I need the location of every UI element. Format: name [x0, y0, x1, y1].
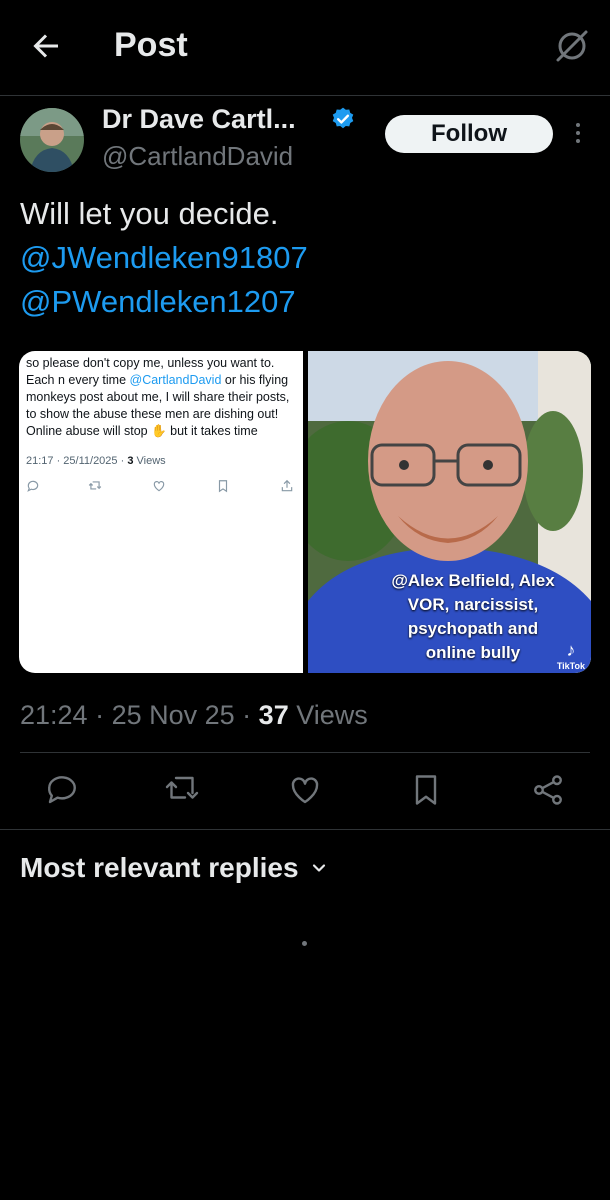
grok-icon [556, 30, 588, 62]
screenshot-line: Each n every time [26, 373, 130, 387]
tweet-time: 21:24 [20, 700, 88, 730]
screenshot-line: so please don't copy me, unless you want… [26, 356, 275, 370]
verified-badge-icon [332, 107, 354, 129]
author-handle[interactable]: @CartlandDavid [102, 141, 293, 172]
reply-icon [48, 776, 76, 804]
meta-divider [20, 752, 590, 753]
bookmark-icon [218, 480, 228, 493]
replies-sort-dropdown[interactable]: Most relevant replies [20, 852, 329, 884]
replies-sort-label: Most relevant replies [20, 852, 299, 883]
back-button[interactable] [28, 28, 64, 64]
hand-emoji: ✋ [151, 424, 167, 438]
video-caption: @Alex Belfield, Alex VOR, narcissist, ps… [391, 571, 555, 662]
like-icon [153, 481, 165, 492]
tiktok-logo: ♪ TikTok [557, 640, 585, 671]
tweet-text: Will let you decide. @JWendleken91807 @P… [20, 192, 308, 324]
media-screenshot[interactable]: so please don't copy me, unless you want… [19, 351, 303, 673]
views-label[interactable]: Views [296, 700, 368, 730]
grok-button[interactable] [552, 26, 592, 66]
separator: · [87, 700, 112, 730]
retweet-icon [88, 481, 102, 490]
views-count[interactable]: 37 [259, 700, 289, 730]
actions-divider [0, 829, 610, 830]
action-bar [0, 772, 610, 814]
screenshot-meta: 21:17 · 25/11/2025 · 3 Views [26, 455, 166, 467]
arrow-left-icon [33, 34, 58, 58]
tweet-body: Will let you decide. [20, 196, 279, 231]
media-video-thumbnail[interactable]: @Alex Belfield, Alex VOR, narcissist, ps… [308, 351, 591, 673]
share-icon [281, 479, 293, 492]
screenshot-actions [26, 479, 296, 495]
screenshot-line: Online abuse will stop [26, 424, 152, 438]
chevron-down-icon [312, 864, 325, 872]
screenshot-line: but it takes time [166, 424, 258, 438]
retweet-icon [165, 776, 199, 799]
screenshot-mention: @CartlandDavid [129, 373, 222, 387]
like-button[interactable] [287, 772, 323, 812]
reply-button[interactable] [44, 772, 80, 812]
tweet-meta: 21:24 · 25 Nov 25 · 37 Views [20, 700, 368, 731]
follow-button[interactable]: Follow [385, 115, 553, 153]
mention-link[interactable]: @JWendleken91807 [20, 236, 308, 280]
tweet-date: 25 Nov 25 [111, 700, 235, 730]
page-title: Post [114, 26, 188, 64]
more-options-icon[interactable] [570, 120, 586, 150]
share-button[interactable] [530, 772, 566, 812]
bookmark-button[interactable] [408, 772, 444, 812]
separator: · [234, 700, 259, 730]
screenshot-views-label: Views [133, 455, 166, 467]
loading-indicator [302, 941, 307, 946]
tweet-media[interactable]: so please don't copy me, unless you want… [19, 351, 591, 673]
bookmark-icon [415, 775, 437, 805]
retweet-button[interactable] [164, 772, 200, 812]
mention-link[interactable]: @PWendleken1207 [20, 280, 308, 324]
avatar[interactable] [20, 108, 84, 172]
reply-icon [27, 480, 39, 492]
tiktok-watermark: TikTok [556, 661, 585, 671]
author-display-name[interactable]: Dr Dave Cartl... [102, 104, 296, 135]
header-divider [0, 95, 610, 96]
screenshot-time: 21:17 · 25/11/2025 · [26, 455, 128, 467]
tiktok-icon: ♪ [566, 640, 576, 660]
screenshot-text: so please don't copy me, unless you want… [26, 355, 302, 440]
top-bar: Post [0, 0, 610, 95]
share-icon [534, 775, 562, 805]
like-icon [291, 777, 319, 804]
